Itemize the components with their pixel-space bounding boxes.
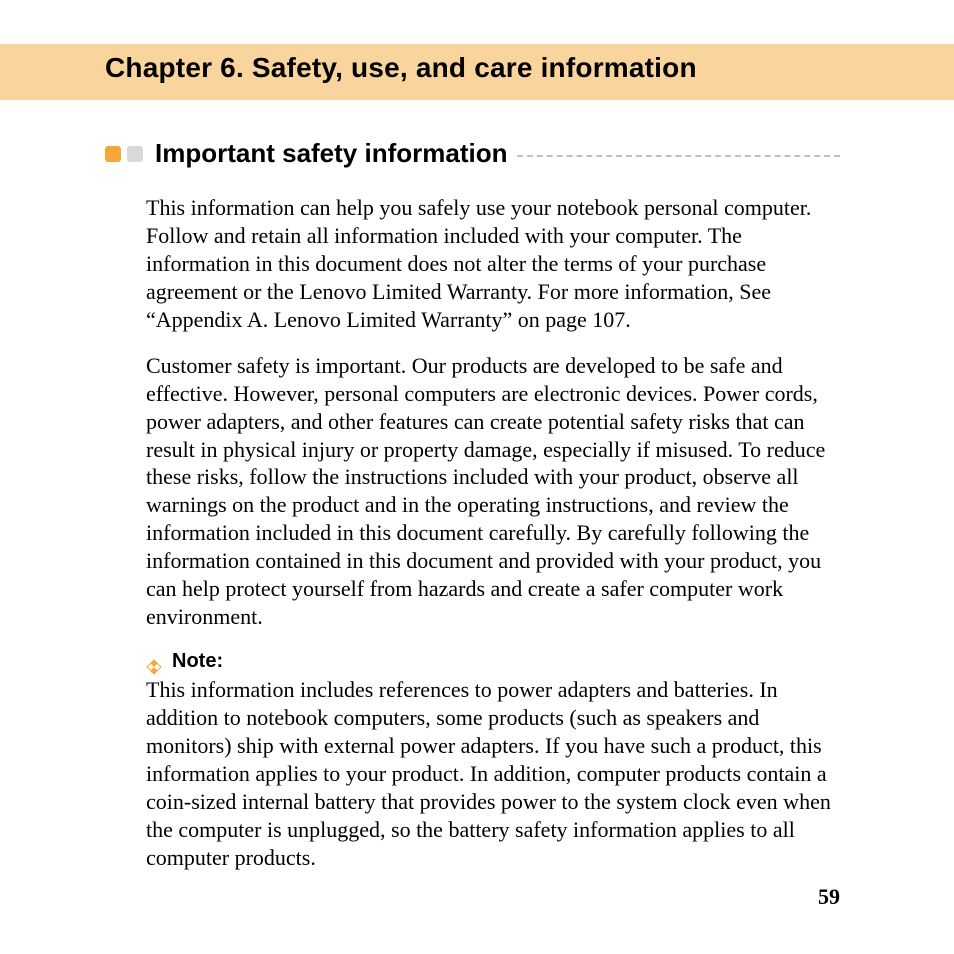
- diamond-bullet-icon: [146, 654, 162, 670]
- note-label: Note:: [172, 649, 223, 674]
- paragraph-1: This information can help you safely use…: [146, 194, 840, 334]
- note-heading-row: Note:: [146, 649, 840, 674]
- note-text: This information includes references to …: [146, 676, 840, 872]
- paragraph-2: Customer safety is important. Our produc…: [146, 352, 840, 631]
- section-title: Important safety information: [155, 138, 507, 169]
- section-heading-row: Important safety information: [105, 138, 840, 169]
- manual-page: Chapter 6. Safety, use, and care informa…: [0, 0, 954, 954]
- section-bullet-orange-icon: [105, 146, 121, 162]
- page-number: 59: [818, 884, 840, 910]
- body-text: This information can help you safely use…: [146, 194, 840, 890]
- section-bullet-gray-icon: [127, 146, 143, 162]
- chapter-title: Chapter 6. Safety, use, and care informa…: [105, 52, 697, 84]
- section-title-dash-line: [517, 155, 840, 157]
